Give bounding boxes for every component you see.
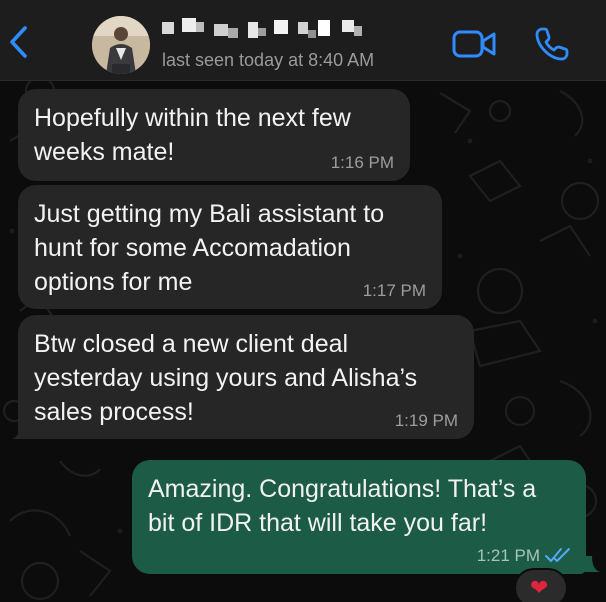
message-time: 1:19 PM: [394, 411, 458, 430]
message-time: 1:17 PM: [362, 281, 426, 300]
video-call-button[interactable]: [452, 28, 498, 60]
chat-header: last seen today at 8:40 AM: [0, 0, 606, 81]
message-text: Btw closed a new client deal yesterday u…: [34, 330, 418, 426]
bubble-tail: [12, 423, 28, 439]
message-bubble-incoming[interactable]: Btw closed a new client deal yesterday u…: [18, 315, 474, 439]
message-text: Hopefully within the next few weeks mate…: [34, 104, 351, 166]
message-reaction[interactable]: ❤: [514, 568, 568, 602]
message-bubble-outgoing[interactable]: Amazing. Congratulations! That’s a bit o…: [132, 460, 586, 574]
avatar[interactable]: [92, 16, 150, 74]
voice-call-button[interactable]: [534, 26, 570, 62]
message-text: Just getting my Bali assistant to hunt f…: [34, 200, 385, 296]
avatar-photo: [92, 16, 150, 74]
back-button[interactable]: [4, 22, 36, 62]
bubble-tail: [584, 556, 600, 572]
chat-screen: last seen today at 8:40 AM Hopefully wit…: [0, 0, 606, 602]
phone-icon: [535, 27, 569, 61]
chevron-left-icon: [10, 26, 27, 58]
contact-name-redacted: [162, 18, 372, 44]
message-text: Amazing. Congratulations! That’s a bit o…: [148, 475, 537, 537]
message-bubble-incoming[interactable]: Just getting my Bali assistant to hunt f…: [18, 185, 442, 309]
last-seen-status: last seen today at 8:40 AM: [162, 50, 375, 70]
message-time: 1:21 PM: [476, 546, 540, 565]
video-camera-icon: [452, 30, 496, 58]
message-time: 1:16 PM: [330, 153, 394, 172]
message-list[interactable]: Hopefully within the next few weeks mate…: [0, 81, 606, 602]
double-check-icon: [545, 548, 570, 562]
message-bubble-incoming[interactable]: Hopefully within the next few weeks mate…: [18, 89, 410, 181]
heart-icon: ❤: [530, 576, 549, 601]
